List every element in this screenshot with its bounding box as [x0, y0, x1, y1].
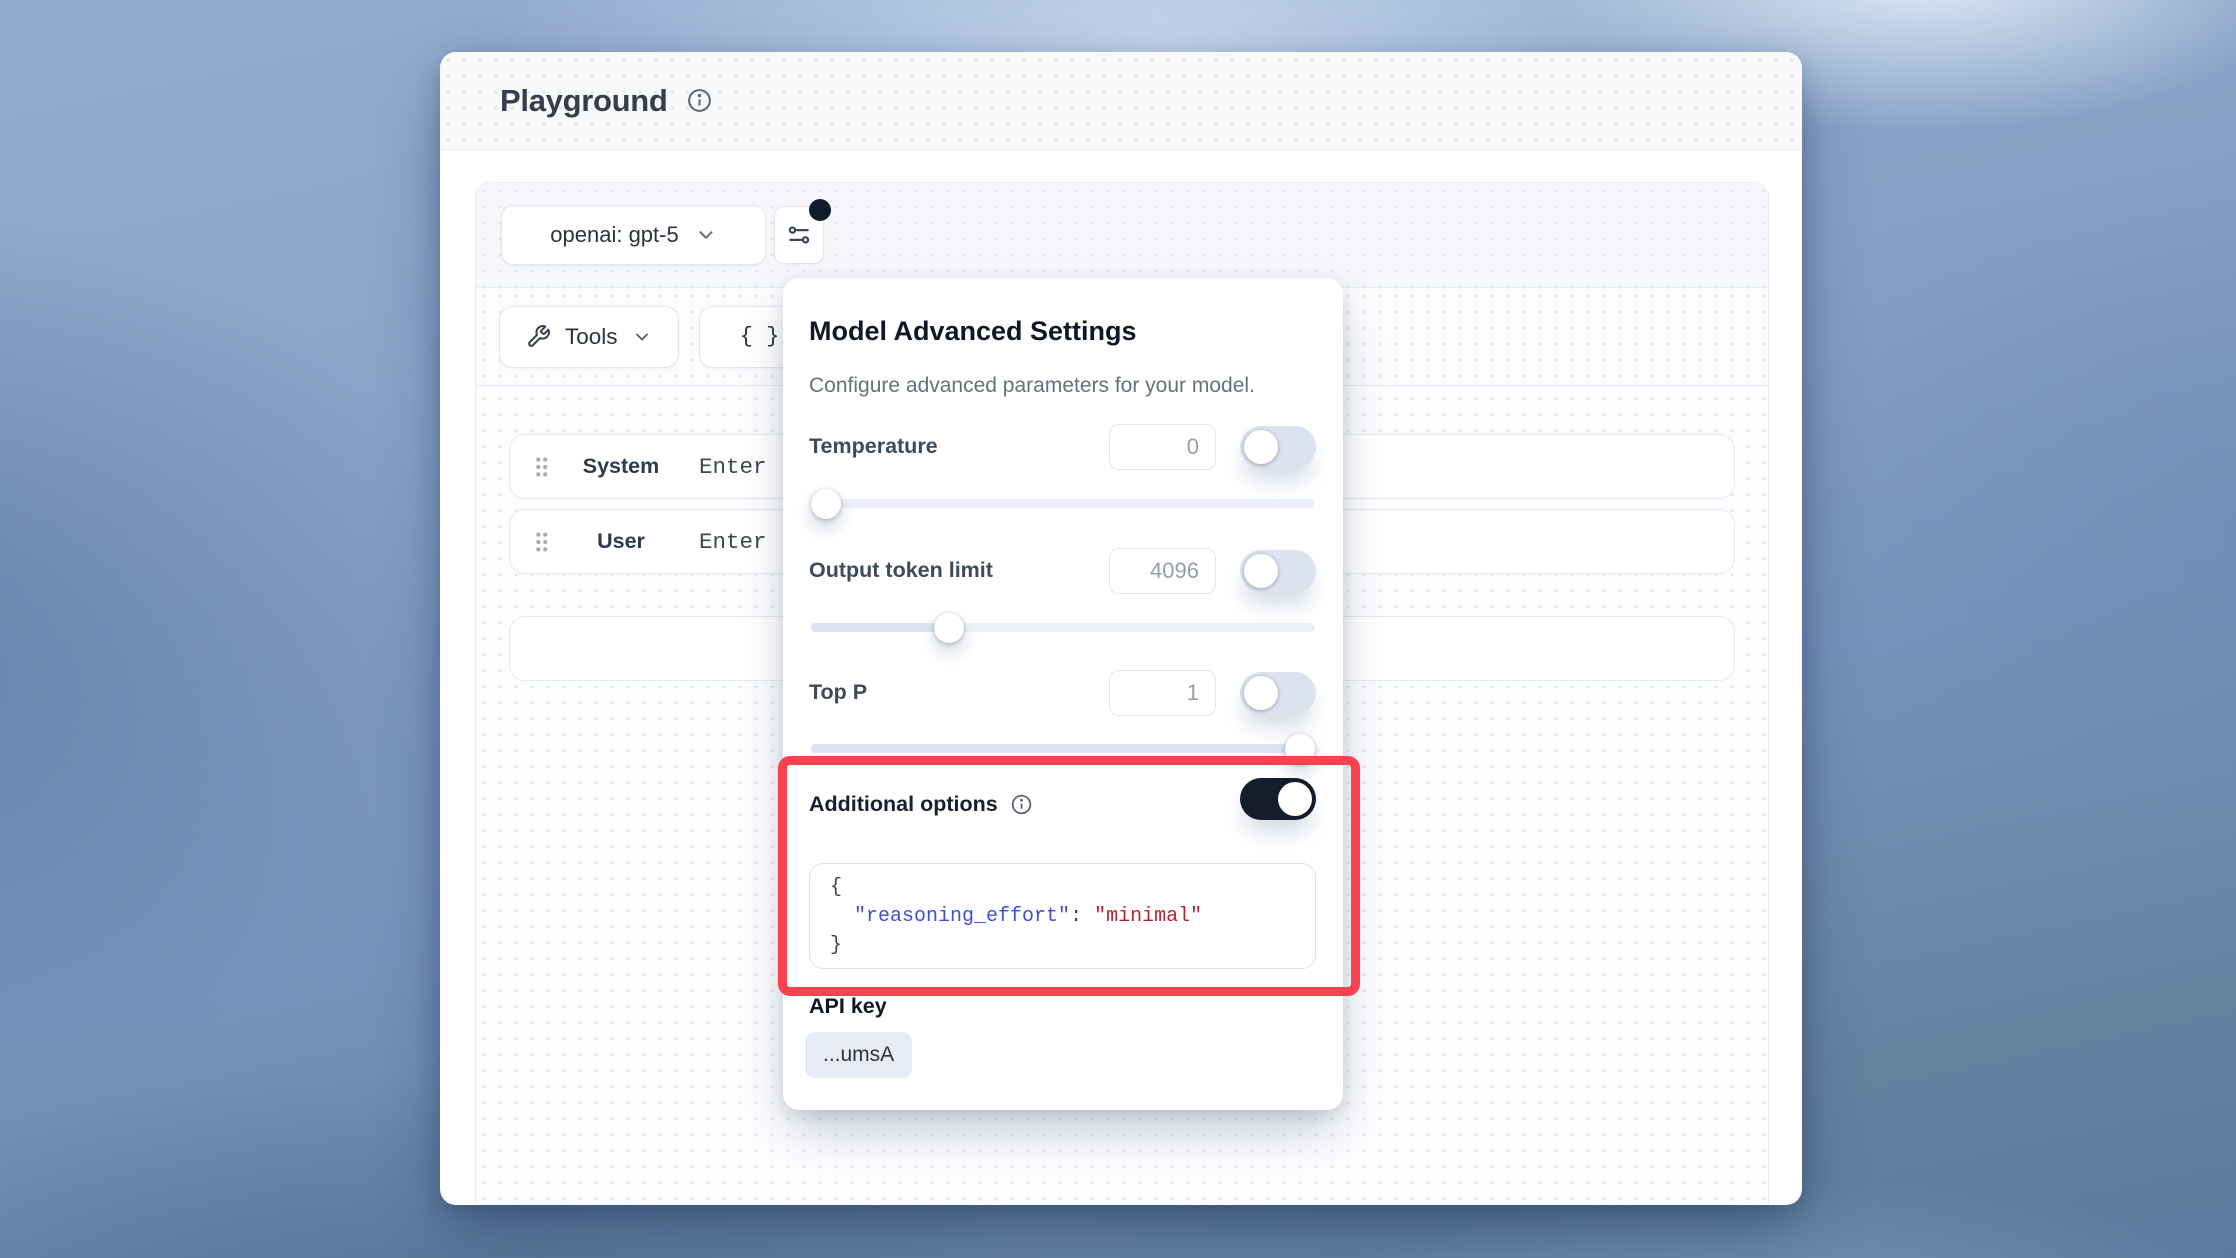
additional-options-json-editor[interactable]: { "reasoning_effort": "minimal" }	[809, 863, 1316, 969]
toggle-knob	[1278, 782, 1312, 816]
toggle-knob	[1244, 676, 1278, 710]
popover-subtitle: Configure advanced parameters for your m…	[809, 374, 1255, 398]
json-value: "minimal"	[1094, 905, 1202, 928]
settings-notification-dot	[809, 199, 831, 221]
slider-knob[interactable]	[811, 489, 841, 519]
temperature-label: Temperature	[809, 434, 938, 459]
popover-title: Model Advanced Settings	[809, 316, 1137, 347]
api-key-value-badge[interactable]: ...umsA	[805, 1032, 912, 1078]
model-advanced-settings-popover: Model Advanced Settings Configure advanc…	[783, 278, 1343, 1110]
slider-fill	[811, 744, 1300, 753]
drag-handle-icon[interactable]	[526, 529, 557, 555]
model-selector-value: openai: gpt-5	[550, 222, 678, 248]
chevron-down-icon	[632, 327, 652, 347]
top-p-toggle[interactable]	[1240, 672, 1316, 714]
top-p-input[interactable]: 1	[1109, 670, 1216, 716]
output-token-limit-label: Output token limit	[809, 558, 993, 583]
toggle-knob	[1244, 554, 1278, 588]
slider-knob[interactable]	[1285, 734, 1315, 764]
temperature-input[interactable]: 0	[1109, 424, 1216, 470]
temperature-slider[interactable]	[811, 489, 1315, 519]
info-icon[interactable]	[686, 87, 713, 114]
message-role-label: System	[557, 454, 685, 479]
message-placeholder[interactable]: Enter	[699, 454, 767, 480]
temperature-toggle[interactable]	[1240, 426, 1316, 468]
output-token-limit-toggle[interactable]	[1240, 550, 1316, 592]
page-title: Playground	[500, 83, 668, 119]
chevron-down-icon	[695, 224, 717, 246]
api-key-label: API key	[809, 994, 887, 1019]
tools-button-label: Tools	[565, 324, 618, 350]
slider-knob[interactable]	[934, 613, 964, 643]
info-icon	[1010, 793, 1033, 816]
output-token-limit-slider[interactable]	[811, 613, 1315, 643]
slider-fill	[811, 623, 949, 632]
json-button-label: { }	[740, 324, 780, 349]
slider-track	[811, 499, 1315, 508]
top-p-slider[interactable]	[811, 734, 1315, 764]
sliders-icon	[786, 222, 812, 248]
top-p-label: Top P	[809, 680, 867, 705]
model-selector-dropdown[interactable]: openai: gpt-5	[501, 205, 766, 265]
drag-handle-icon[interactable]	[526, 454, 557, 480]
json-key: "reasoning_effort"	[854, 905, 1070, 928]
output-token-limit-input[interactable]: 4096	[1109, 548, 1216, 594]
model-toolbar: openai: gpt-5	[476, 183, 1768, 288]
page-header: Playground	[440, 52, 1802, 150]
message-role-label: User	[557, 529, 685, 554]
tools-dropdown-button[interactable]: Tools	[499, 306, 679, 368]
message-placeholder[interactable]: Enter	[699, 529, 767, 555]
wrench-icon	[526, 324, 551, 349]
additional-options-toggle[interactable]	[1240, 778, 1316, 820]
additional-options-label: Additional options	[809, 792, 1033, 817]
model-settings-button[interactable]	[774, 206, 824, 264]
toggle-knob	[1244, 430, 1278, 464]
